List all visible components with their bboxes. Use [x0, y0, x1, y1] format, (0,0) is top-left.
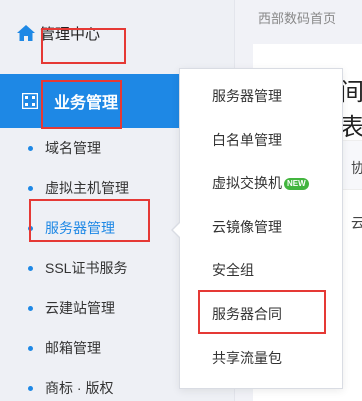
bullet-icon [28, 345, 33, 351]
submenu-whitelist[interactable]: 白名单管理 [212, 130, 282, 150]
highlight-box-home [41, 28, 126, 64]
highlight-box-section [41, 80, 122, 129]
submenu-server-management[interactable]: 服务器管理 [212, 86, 282, 106]
sidebar-item-label: 域名管理 [45, 140, 101, 156]
bullet-icon [28, 185, 33, 191]
sidebar-item-label: 商标 · 版权 [45, 380, 114, 396]
submenu-virtual-switch-label: 虚拟交换机 [212, 175, 282, 191]
bullet-icon [28, 265, 33, 271]
bullet-icon [28, 385, 33, 391]
sidebar-item-label: SSL证书服务 [45, 260, 128, 276]
highlight-box-server [29, 199, 150, 242]
submenu-shared-traffic[interactable]: 共享流量包 [212, 348, 282, 368]
sidebar-item-label: 邮箱管理 [45, 340, 101, 356]
submenu-virtual-switch[interactable]: 虚拟交换机 NEW [212, 173, 309, 193]
new-badge: NEW [284, 178, 309, 191]
submenu-cloud-image[interactable]: 云镜像管理 [212, 217, 282, 237]
popover-arrow-inner [173, 223, 180, 237]
grid-icon [21, 92, 39, 110]
submenu-security-group[interactable]: 安全组 [212, 260, 254, 280]
bullet-icon [28, 305, 33, 311]
highlight-box-contract [198, 290, 326, 334]
table-header-cell: 协 [351, 160, 362, 176]
table-cell: 云 [351, 215, 362, 231]
breadcrumb-home-link[interactable]: 西部数码首页 [258, 8, 336, 27]
home-icon [16, 23, 36, 43]
sidebar-item-label: 云建站管理 [45, 300, 115, 316]
page-title: 间表 [340, 79, 362, 141]
bullet-icon [28, 145, 33, 151]
sidebar-item-label: 虚拟主机管理 [45, 180, 129, 196]
